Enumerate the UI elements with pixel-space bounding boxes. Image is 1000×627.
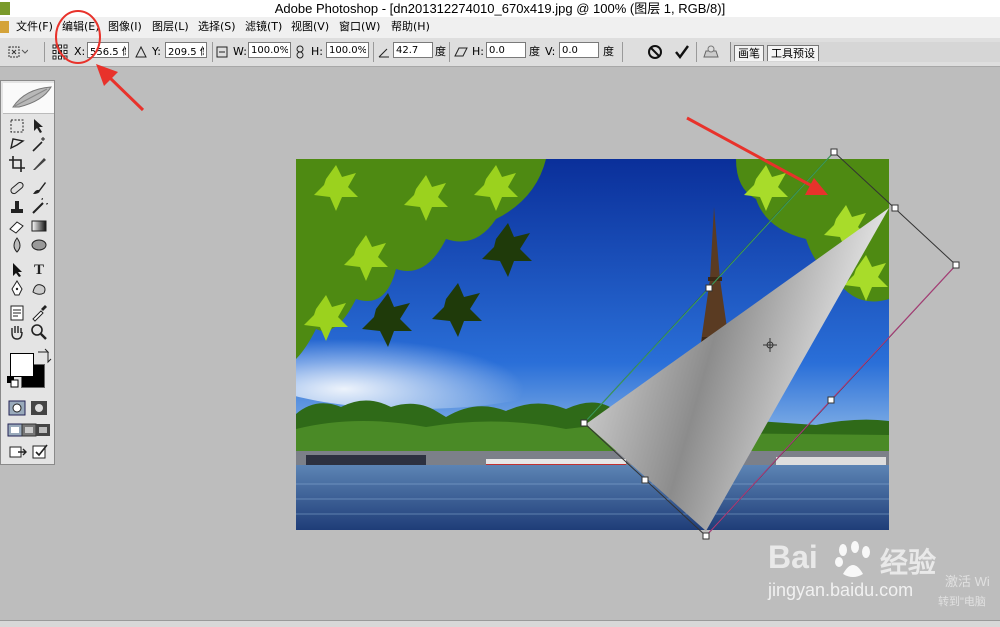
menu-filter[interactable]: 滤镜(T) <box>245 20 282 34</box>
dodge-icon[interactable] <box>30 236 48 254</box>
title-bar: Adobe Photoshop - [dn201312274010_670x41… <box>0 0 1000 17</box>
w-label: W: <box>233 45 247 58</box>
watermark-brand: Bai <box>768 539 818 575</box>
transform-handle-top-right[interactable] <box>891 204 899 212</box>
y-label: Y: <box>152 45 161 58</box>
history-brush-icon[interactable] <box>30 198 48 216</box>
skew-h-unit: 度 <box>529 45 540 58</box>
skew-vertical-field[interactable] <box>559 42 599 58</box>
skew-icon <box>454 47 468 57</box>
menu-edit[interactable]: 编辑(E) <box>62 20 100 34</box>
jump-to-imageready-icon[interactable] <box>9 443 27 461</box>
blur-icon[interactable] <box>8 236 26 254</box>
document-canvas[interactable] <box>296 159 889 530</box>
watermark-brand-cn: 经验 <box>880 547 937 578</box>
slice-icon[interactable] <box>30 155 48 173</box>
magic-wand-icon[interactable] <box>30 136 48 154</box>
angle-unit: 度 <box>435 45 446 58</box>
quick-mask-icon[interactable] <box>30 399 48 417</box>
tool-preset-icon[interactable] <box>8 45 28 59</box>
screen-mode-full-icon[interactable] <box>35 421 53 439</box>
menu-file[interactable]: 文件(F) <box>16 20 53 34</box>
standard-mode-icon[interactable] <box>8 399 26 417</box>
windows-activation-text-2: 转到"电脑 <box>938 596 986 608</box>
shape-icon[interactable] <box>30 280 48 298</box>
move-icon[interactable] <box>30 117 48 135</box>
lasso-icon[interactable] <box>8 136 26 154</box>
type-icon[interactable]: T <box>30 261 48 279</box>
watermark-url: jingyan.baidu.com <box>768 580 914 600</box>
commit-transform-icon[interactable] <box>674 44 690 60</box>
y-position-field[interactable] <box>165 42 207 58</box>
toolbox-header <box>3 83 54 114</box>
annotation-arrow-edit <box>106 74 145 112</box>
h-label: H: <box>311 45 323 58</box>
windows-activation-text-1: 激活 Wi <box>945 574 990 589</box>
photo-paris-seine <box>296 159 889 530</box>
width-scale-icon <box>216 46 228 58</box>
reference-point-icon[interactable] <box>52 44 68 60</box>
link-icon[interactable] <box>295 45 305 59</box>
skew-v-label: V: <box>545 45 556 58</box>
crop-icon[interactable] <box>8 155 26 173</box>
feather-icon <box>12 86 52 108</box>
go-to-bridge-icon[interactable] <box>702 44 720 60</box>
tab-brushes[interactable]: 画笔 <box>734 45 764 61</box>
x-label: X: <box>74 45 86 58</box>
clone-stamp-icon[interactable] <box>8 198 26 216</box>
menu-window[interactable]: 窗口(W) <box>339 20 380 34</box>
toolbox: T <box>0 80 55 465</box>
rotate-angle-icon <box>378 48 389 58</box>
zoom-icon[interactable] <box>30 323 48 341</box>
menu-view[interactable]: 视图(V) <box>291 20 329 34</box>
document-icon <box>0 21 9 33</box>
x-position-field[interactable] <box>87 42 129 58</box>
default-colors-icon[interactable] <box>5 374 23 392</box>
skew-v-unit: 度 <box>603 45 614 58</box>
healing-brush-icon[interactable] <box>8 179 26 197</box>
pen-icon[interactable] <box>8 280 26 298</box>
brush-icon[interactable] <box>30 179 48 197</box>
edit-in-imageready-icon[interactable] <box>31 443 49 461</box>
window-title: Adobe Photoshop - [dn201312274010_670x41… <box>274 1 726 16</box>
transform-handle-top[interactable] <box>830 148 838 156</box>
skew-horizontal-field[interactable] <box>486 42 526 58</box>
menu-bar: 文件(F) 编辑(E) 图像(I) 图层(L) 选择(S) 滤镜(T) 视图(V… <box>0 17 1000 39</box>
menu-help[interactable]: 帮助(H) <box>391 20 430 34</box>
transform-handle-right[interactable] <box>952 261 960 269</box>
width-field[interactable] <box>248 42 291 58</box>
path-selection-icon[interactable] <box>8 261 26 279</box>
height-field[interactable] <box>326 42 369 58</box>
menu-select[interactable]: 选择(S) <box>198 20 236 34</box>
relative-position-icon[interactable] <box>135 46 147 58</box>
menu-layer[interactable]: 图层(L) <box>152 20 189 34</box>
tab-tool-presets[interactable]: 工具预设 <box>767 45 819 61</box>
paw-logo-icon <box>835 541 870 577</box>
transform-handle-bottom[interactable] <box>702 532 710 540</box>
menu-image[interactable]: 图像(I) <box>108 20 142 34</box>
options-bar: X: Y: W: H: 度 H: 度 V: 度 画笔 工具预设 <box>0 38 1000 67</box>
skew-h-label: H: <box>472 45 484 58</box>
rotation-angle-field[interactable] <box>393 42 433 58</box>
gradient-icon[interactable] <box>30 217 48 235</box>
eyedropper-icon[interactable] <box>30 304 48 322</box>
hand-icon[interactable] <box>8 323 26 341</box>
palette-well: 画笔 工具预设 <box>730 42 1000 62</box>
notes-icon[interactable] <box>8 304 26 322</box>
marquee-icon[interactable] <box>8 117 26 135</box>
eraser-icon[interactable] <box>8 217 26 235</box>
cancel-transform-icon[interactable] <box>647 44 663 60</box>
